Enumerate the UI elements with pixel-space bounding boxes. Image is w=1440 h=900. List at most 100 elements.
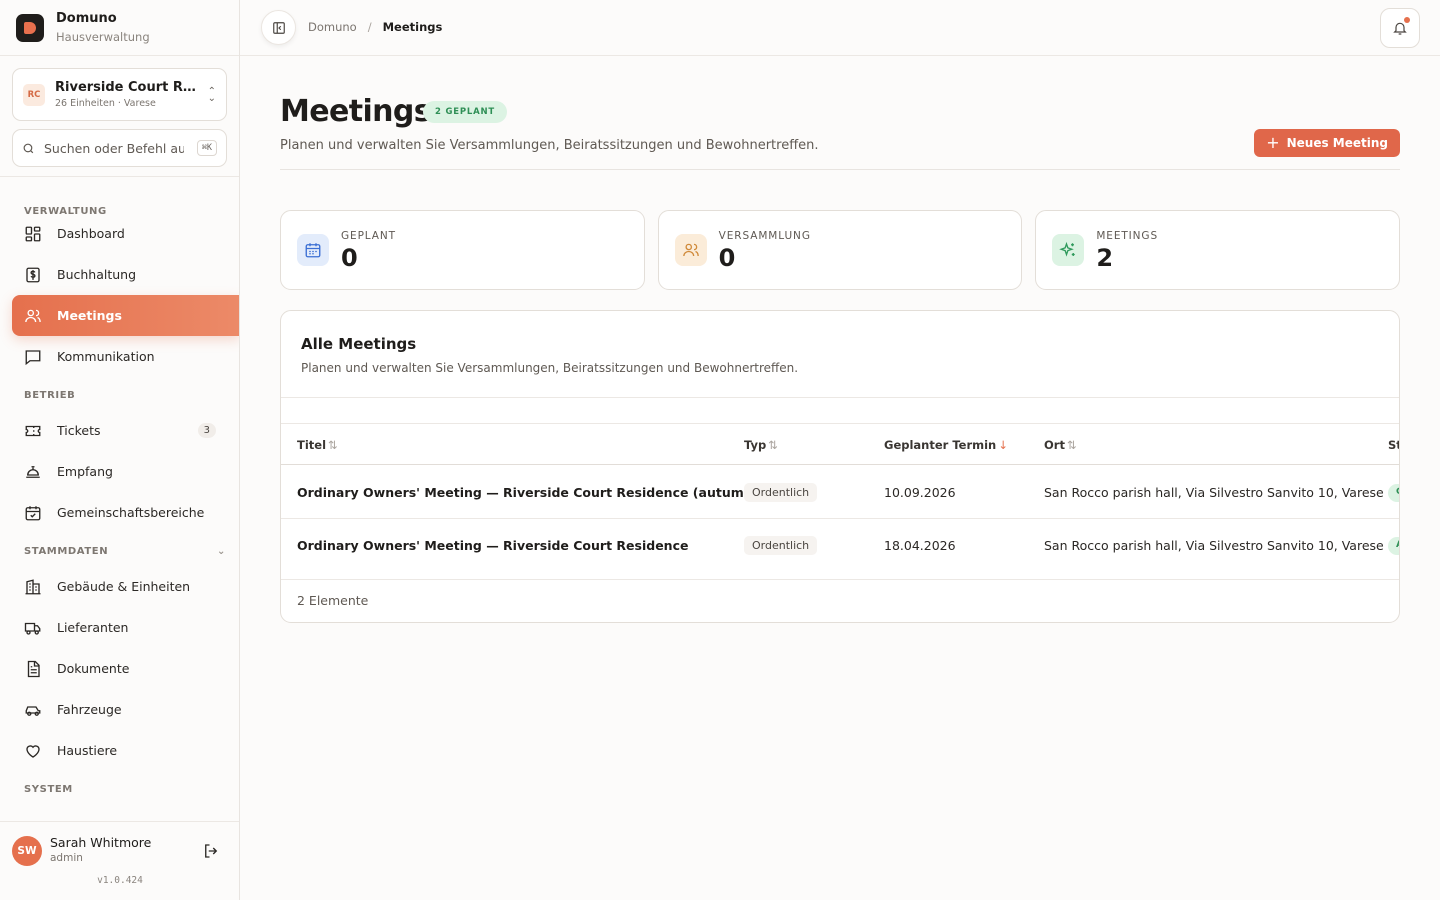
ticket-count-badge: 3	[197, 423, 216, 438]
sidebar-item-gemeinschaftsbereiche[interactable]: Gemeinschaftsbereiche	[0, 492, 239, 533]
sidebar-item-dokumente[interactable]: Dokumente	[0, 648, 239, 689]
sidebar-item-haustiere[interactable]: Haustiere	[0, 730, 239, 771]
sidebar-item-label: Empfang	[57, 464, 113, 479]
breadcrumb: Domuno / Meetings	[308, 20, 442, 34]
nav-section-label: VERWALTUNG	[24, 206, 107, 217]
sort-icon: ⇅	[1066, 438, 1077, 452]
chevron-down-icon: ⌄	[217, 546, 226, 557]
sidebar-item-meetings[interactable]: Meetings	[12, 295, 239, 336]
message-icon	[25, 349, 41, 365]
search-box[interactable]: ⌘K	[12, 129, 227, 167]
property-initials: RC	[23, 83, 45, 106]
scheduled-count-badge: 2 GEPLANT	[423, 101, 507, 123]
stat-label: GEPLANT	[341, 230, 396, 242]
brand-logo-icon	[16, 13, 44, 42]
sort-icon: ⇅	[328, 438, 338, 452]
search-icon	[23, 143, 34, 153]
new-meeting-label: Neues Meeting	[1286, 136, 1388, 150]
new-meeting-button[interactable]: + Neues Meeting	[1254, 129, 1400, 157]
search-shortcut: ⌘K	[196, 140, 217, 156]
stats-row: GEPLANT 0 VERSAMMLUNG 0 MEETINGS 2	[280, 210, 1401, 290]
sidebar-item-kommunikation[interactable]: Kommunikation	[0, 336, 239, 377]
logout-button[interactable]	[202, 842, 220, 864]
meeting-type-badge: Ordentlich	[744, 483, 818, 502]
table-title: Alle Meetings	[301, 335, 417, 353]
column-header-termin[interactable]: Geplanter Termin ↓	[884, 438, 1008, 452]
calendar-check-icon	[25, 505, 41, 520]
status-badge: G	[1388, 484, 1399, 502]
table-row[interactable]: Ordinary Owners' Meeting — Riverside Cou…	[281, 466, 1399, 519]
breadcrumb-current: Meetings	[382, 20, 443, 34]
sidebar-item-empfang[interactable]: Empfang	[0, 451, 239, 492]
sidebar-item-label: Gebäude & Einheiten	[57, 579, 191, 594]
car-icon	[25, 705, 41, 716]
sidebar-item-label: Fahrzeuge	[57, 702, 122, 717]
column-header-ort[interactable]: Ort ⇅	[1044, 438, 1077, 452]
stat-value: 0	[341, 244, 358, 272]
sidebar-item-label: Gemeinschaftsbereiche	[57, 505, 205, 520]
table-subtitle: Planen und verwalten Sie Versammlungen, …	[301, 361, 799, 375]
user-role: admin	[50, 852, 83, 864]
meeting-title[interactable]: Ordinary Owners' Meeting — Riverside Cou…	[297, 538, 688, 553]
sidebar-item-label: Dashboard	[57, 226, 125, 241]
sidebar-item-gebaeude[interactable]: Gebäude & Einheiten	[0, 566, 239, 607]
stat-value: 2	[1096, 244, 1114, 272]
sidebar-item-label: Buchhaltung	[57, 267, 137, 282]
meeting-location: San Rocco parish hall, Via Silvestro San…	[1044, 538, 1384, 553]
search-input[interactable]	[44, 140, 184, 156]
building-icon	[25, 578, 41, 594]
users-icon	[674, 234, 707, 266]
stat-card-geplant: GEPLANT 0	[280, 210, 645, 290]
nav-section-label: BETRIEB	[24, 390, 76, 401]
sidebar-item-tickets[interactable]: Tickets 3	[0, 410, 239, 451]
stat-card-versammlung: VERSAMMLUNG 0	[657, 210, 1023, 290]
chevron-up-down-icon: ⌃ ⌄	[207, 85, 216, 104]
topbar: Domuno / Meetings	[240, 0, 1440, 56]
sidebar-item-dashboard[interactable]: Dashboard	[0, 213, 239, 254]
sidebar-nav: VERWALTUNG Dashboard Buchhaltung Meeting…	[0, 177, 239, 804]
notification-dot	[1404, 17, 1410, 23]
meeting-type-badge: Ordentlich	[744, 536, 818, 555]
user-name: Sarah Whitmore	[50, 835, 152, 850]
nav-section-label[interactable]: STAMMDATEN ⌄	[0, 546, 239, 566]
meeting-date: 10.09.2026	[884, 485, 956, 500]
avatar[interactable]: SW	[12, 836, 42, 866]
sidebar: Domuno Hausverwaltung RC Riverside Court…	[0, 0, 240, 900]
sidebar-item-label: Dokumente	[57, 661, 130, 676]
sidebar-item-label: Kommunikation	[57, 349, 155, 364]
stat-card-meetings: MEETINGS 2	[1035, 210, 1401, 290]
meeting-title[interactable]: Ordinary Owners' Meeting — Riverside Cou…	[297, 485, 798, 500]
meetings-table-card: Alle Meetings Planen und verwalten Sie V…	[280, 310, 1400, 623]
status-badge: A	[1388, 537, 1399, 555]
sidebar-toggle-icon	[272, 21, 285, 34]
nav-section-label: SYSTEM	[24, 784, 73, 795]
bell-service-icon	[26, 465, 40, 478]
breadcrumb-root[interactable]: Domuno	[308, 20, 357, 34]
user-panel: SW Sarah Whitmore admin v1.0.424	[0, 821, 239, 900]
plus-icon: +	[1266, 133, 1280, 152]
sidebar-item-label: Lieferanten	[57, 620, 129, 635]
meeting-location: San Rocco parish hall, Via Silvestro San…	[1044, 485, 1384, 500]
brand[interactable]: Domuno Hausverwaltung	[0, 0, 239, 56]
notifications-button[interactable]	[1380, 8, 1420, 48]
table-row[interactable]: Ordinary Owners' Meeting — Riverside Cou…	[281, 519, 1399, 580]
sort-icon: ⇅	[768, 438, 778, 452]
stat-label: VERSAMMLUNG	[718, 230, 811, 242]
dashboard-icon	[25, 226, 41, 241]
dollar-icon	[26, 267, 40, 282]
document-icon	[27, 660, 40, 677]
heart-icon	[26, 744, 40, 758]
column-header-titel[interactable]: Titel ⇅	[297, 438, 338, 452]
column-header-typ[interactable]: Typ ⇅	[744, 438, 778, 452]
page-subtitle: Planen und verwalten Sie Versammlungen, …	[280, 138, 819, 153]
property-name: Riverside Court Residence	[55, 80, 199, 95]
sidebar-item-lieferanten[interactable]: Lieferanten	[0, 607, 239, 648]
stat-label: MEETINGS	[1096, 230, 1159, 242]
property-switcher[interactable]: RC Riverside Court Residence 26 Einheite…	[12, 68, 227, 121]
sidebar-item-buchhaltung[interactable]: Buchhaltung	[0, 254, 239, 295]
sidebar-toggle-button[interactable]	[261, 10, 296, 45]
column-header-status[interactable]: St	[1388, 438, 1399, 452]
sort-desc-icon: ↓	[998, 438, 1008, 452]
users-icon	[25, 309, 41, 322]
sidebar-item-fahrzeuge[interactable]: Fahrzeuge	[0, 689, 239, 730]
